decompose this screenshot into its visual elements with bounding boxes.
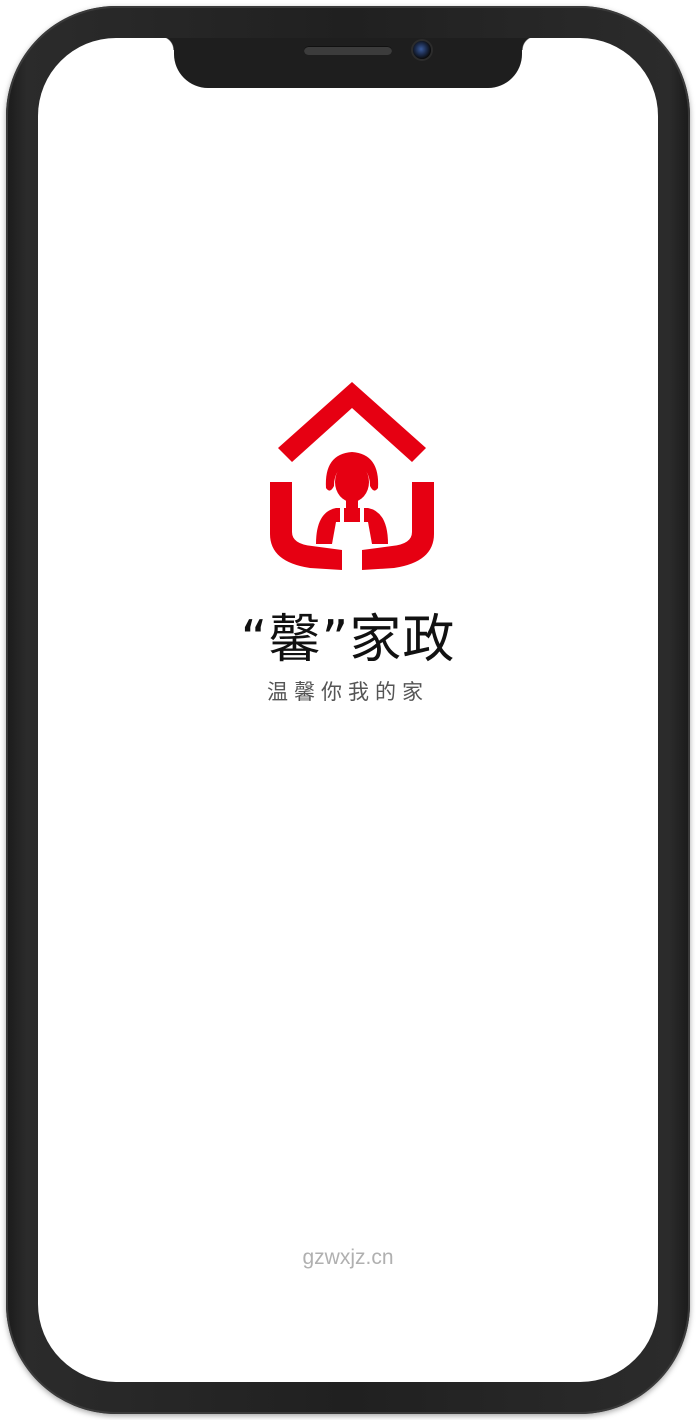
house-with-housekeeper-icon <box>270 382 434 570</box>
notch <box>160 38 536 88</box>
earpiece-speaker-icon <box>304 46 392 55</box>
apron-strap-right <box>360 508 364 524</box>
splash-screen: “馨”家政 温馨你我的家 gzwxjz.cn <box>38 38 658 1382</box>
slogan: 温馨你我的家 <box>267 680 429 704</box>
person-neck <box>346 498 358 508</box>
roof-shape <box>278 382 426 462</box>
apron-strap-left <box>340 508 344 524</box>
brand-title: “馨”家政 <box>240 610 456 670</box>
front-camera-icon <box>413 41 431 59</box>
apron-shape <box>332 522 372 544</box>
phone-frame: “馨”家政 温馨你我的家 gzwxjz.cn <box>6 6 690 1414</box>
person-face <box>335 462 369 502</box>
site-url: gzwxjz.cn <box>302 1246 394 1269</box>
